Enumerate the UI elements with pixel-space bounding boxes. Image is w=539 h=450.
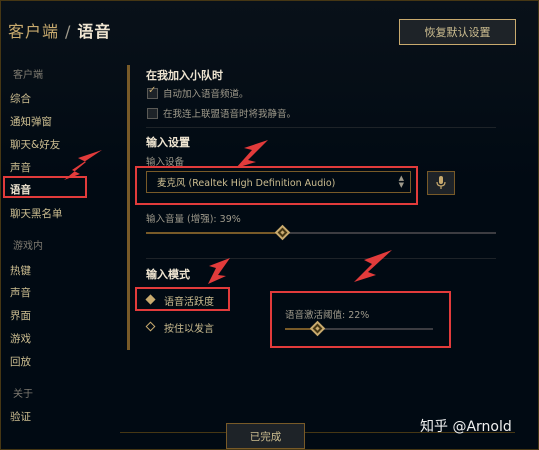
annotation-arrow <box>236 140 268 168</box>
annotation-arrow <box>208 258 230 284</box>
watermark: 知乎 @Arnold <box>420 419 512 435</box>
annotation-arrows <box>64 140 392 284</box>
annotation-arrow <box>64 150 102 180</box>
done-button[interactable]: 已完成 <box>226 423 305 449</box>
annotation-arrow <box>354 250 392 282</box>
